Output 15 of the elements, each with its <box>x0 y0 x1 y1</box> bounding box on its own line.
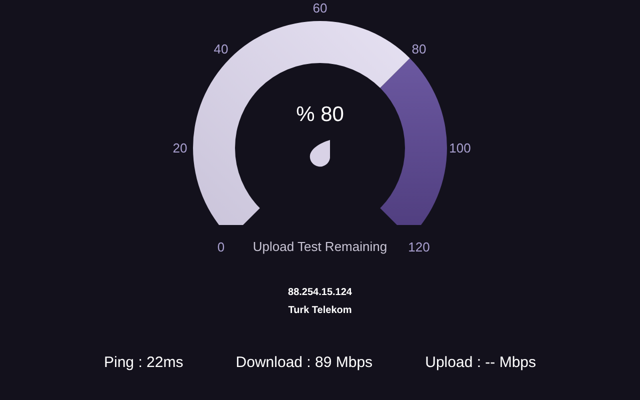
stat-text: Upload : -- Mbps <box>425 352 536 372</box>
tick-label: 80 <box>412 42 426 56</box>
tick-label: 120 <box>408 240 430 254</box>
gauge-value: % 80 <box>296 104 344 125</box>
stat-text: Download : 89 Mbps <box>236 352 373 372</box>
tick-label: 60 <box>312 2 328 14</box>
tick-label: 40 <box>214 42 228 56</box>
tick-label: 20 <box>172 142 188 154</box>
ip-address: 88.254.15.124 <box>288 286 352 300</box>
isp-name: Turk Telekom <box>288 304 352 318</box>
drop-icon <box>310 140 330 167</box>
tick-label: 100 <box>449 142 471 154</box>
status-text: Upload Test Remaining <box>252 238 388 256</box>
stat-text: Ping : 22ms <box>104 352 184 372</box>
tick-label: 0 <box>217 240 225 254</box>
